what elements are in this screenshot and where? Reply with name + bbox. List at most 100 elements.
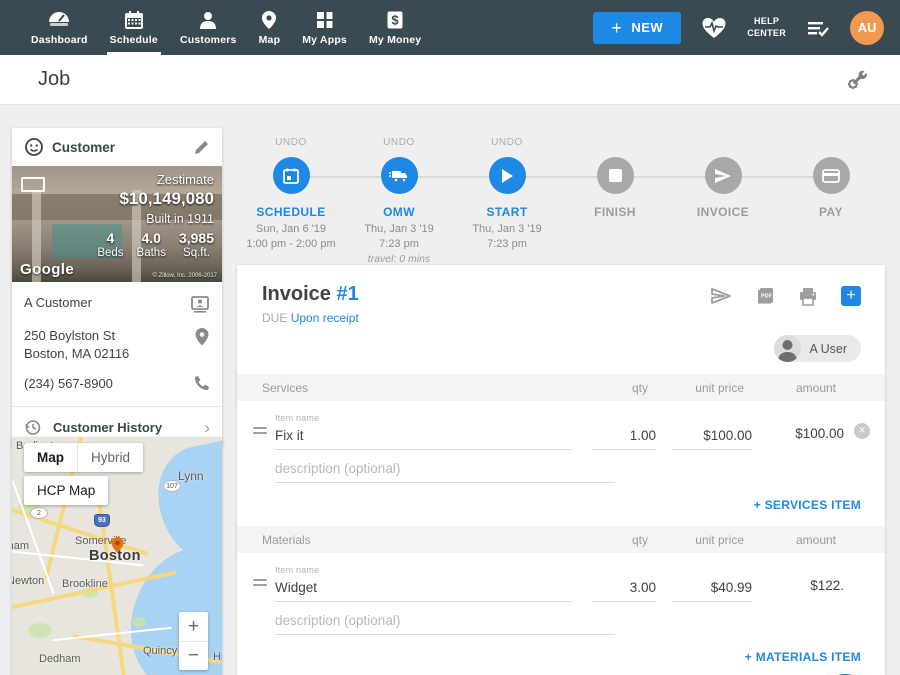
assignee-chip[interactable]: A User [774, 335, 861, 362]
route-shield: 107 [163, 480, 181, 492]
timeline-step-omw: UNDO OMW Thu, Jan 3 '197:23 pm travel: 0… [345, 137, 453, 265]
due-line: DUE Upon receipt [262, 311, 359, 325]
timeline-step-pay: PAY [777, 137, 885, 265]
service-qty-field [592, 423, 656, 450]
undo-link[interactable]: UNDO [491, 137, 523, 155]
property-stats: 4Beds 4.0Baths 3,985Sq.ft. [97, 230, 214, 259]
drag-handle[interactable] [253, 576, 267, 589]
job-settings-icon[interactable] [846, 69, 868, 91]
nav-item-my-money[interactable]: $ My Money [358, 0, 432, 55]
calendar-icon [282, 167, 300, 185]
beds-value: 4 [97, 230, 123, 246]
omw-step-button[interactable] [381, 157, 418, 194]
property-photo[interactable]: Zestimate $10,149,080 Built in 1911 4Bed… [12, 166, 222, 282]
service-qty-input[interactable] [592, 423, 656, 450]
map-zoom-controls: + − [179, 612, 208, 670]
pdf-icon[interactable]: PDF [755, 286, 775, 306]
undo-link[interactable]: UNDO [275, 137, 307, 155]
map-label: Brookline [62, 578, 108, 590]
baths-label: Baths [137, 247, 166, 259]
service-amount: $100.00 [758, 426, 844, 450]
google-logo: Google [20, 261, 74, 278]
add-invoice-button[interactable]: + [841, 286, 861, 306]
help-center-link[interactable]: HELP CENTER [747, 16, 786, 39]
customer-face-icon [24, 137, 44, 157]
invoice-number[interactable]: #1 [336, 283, 358, 305]
user-avatar[interactable]: AU [850, 11, 884, 45]
material-unit-price-input[interactable] [672, 575, 752, 602]
nav-item-customers[interactable]: Customers [169, 0, 248, 55]
materials-band: Materials qty unit price amount [237, 526, 885, 553]
nav-item-schedule[interactable]: Schedule [99, 0, 169, 55]
material-qty-field [592, 575, 656, 602]
material-name-input[interactable] [275, 575, 572, 602]
unit-price-header: unit price [664, 381, 744, 395]
nav-items: Dashboard Schedule Customers Map My Apps… [20, 0, 432, 55]
history-clock-icon [24, 419, 41, 436]
checklist-icon[interactable] [806, 18, 830, 38]
avatar-initials: AU [858, 20, 877, 35]
assignee-row: A User [237, 335, 885, 362]
dashboard-icon [47, 10, 71, 30]
new-button[interactable]: + NEW [593, 12, 681, 44]
remove-item-icon[interactable]: × [854, 423, 870, 439]
customer-name: A Customer [24, 294, 92, 312]
material-qty-input[interactable] [592, 575, 656, 602]
add-materials-item-link[interactable]: + MATERIALS ITEM [237, 635, 885, 675]
service-unit-price-field [672, 423, 752, 450]
timeline-step-finish: FINISH [561, 137, 669, 265]
zoom-out-button[interactable]: − [179, 641, 208, 670]
qty-header: qty [584, 381, 648, 395]
qty-header: qty [584, 533, 648, 547]
money-icon: $ [385, 10, 405, 30]
finish-step-button[interactable] [597, 157, 634, 194]
start-step-button[interactable] [489, 157, 526, 194]
due-value-link[interactable]: Upon receipt [291, 311, 359, 325]
contact-card-icon[interactable] [190, 294, 210, 314]
timeline-step-schedule: UNDO SCHEDULE Sun, Jan 6 '191:00 pm - 2:… [237, 137, 345, 265]
play-icon [500, 168, 514, 184]
service-unit-price-input[interactable] [672, 423, 752, 450]
nav-item-my-apps[interactable]: My Apps [291, 0, 358, 55]
zoom-in-button[interactable]: + [179, 612, 208, 641]
step-label: PAY [819, 205, 843, 219]
timeline-step-invoice: INVOICE [669, 137, 777, 265]
map-type-hcp-button[interactable]: HCP Map [24, 476, 108, 505]
person-icon [197, 10, 219, 30]
sqft-value: 3,985 [179, 230, 214, 246]
service-description-input[interactable] [275, 456, 615, 483]
unit-price-header: unit price [664, 533, 744, 547]
map-type-hybrid-button[interactable]: Hybrid [77, 443, 143, 472]
health-heart-icon[interactable] [701, 16, 727, 40]
apps-grid-icon [315, 10, 335, 30]
edit-pencil-icon[interactable] [193, 139, 210, 156]
step-label: FINISH [594, 205, 636, 219]
schedule-step-button[interactable] [273, 157, 310, 194]
route-shield: 2 [30, 507, 48, 519]
send-invoice-icon[interactable] [710, 287, 732, 305]
invoice-step-button[interactable] [705, 157, 742, 194]
interstate-shield: 93 [94, 514, 110, 527]
map-widget[interactable]: Burlington Lynn Somerville Boston Waltha… [12, 437, 222, 675]
customer-info: A Customer 250 Boylston StBoston, MA 021… [12, 282, 222, 393]
nav-item-dashboard[interactable]: Dashboard [20, 0, 99, 55]
drag-handle[interactable] [253, 424, 267, 437]
undo-link[interactable]: UNDO [383, 137, 415, 155]
service-name-input[interactable] [275, 423, 572, 450]
material-description-input[interactable] [275, 608, 615, 635]
plus-icon: + [611, 19, 622, 37]
step-label: SCHEDULE [256, 205, 325, 219]
job-location-marker [110, 536, 125, 554]
material-unit-price-field [672, 575, 752, 602]
print-icon[interactable] [798, 287, 818, 306]
pay-step-button[interactable] [813, 157, 850, 194]
map-type-map-button[interactable]: Map [24, 443, 77, 472]
nav-item-map[interactable]: Map [248, 0, 292, 55]
map-label: Waltham [12, 540, 29, 552]
streetview-icon[interactable] [21, 177, 45, 192]
address-line1: 250 Boylston St [24, 328, 115, 343]
section-name: Services [262, 381, 564, 395]
phone-icon[interactable] [192, 375, 210, 393]
add-services-item-link[interactable]: + SERVICES ITEM [237, 483, 885, 524]
location-pin-icon[interactable] [194, 327, 210, 347]
